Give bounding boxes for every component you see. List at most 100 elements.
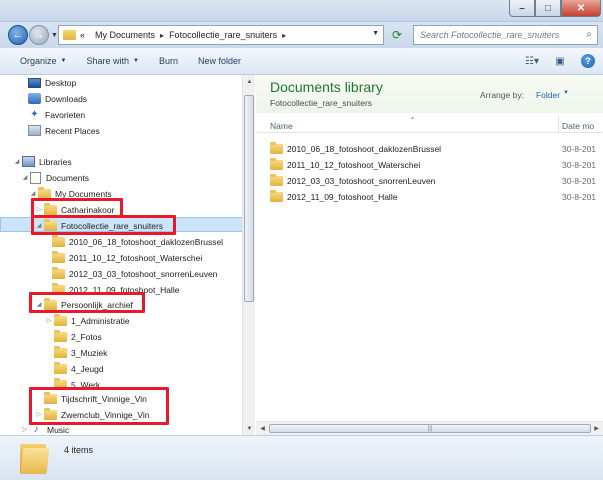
nav-item-downloads[interactable]: Downloads — [28, 91, 87, 106]
chevron-down-icon: ▼ — [60, 58, 67, 64]
chevron-right-icon[interactable]: ▸ — [282, 31, 286, 40]
back-button[interactable]: ← — [8, 25, 28, 45]
library-title: Documents library — [270, 79, 383, 95]
library-header: Documents library Fotocollectie_rare_snu… — [256, 75, 603, 113]
preview-pane-icon[interactable]: ▣ — [551, 53, 569, 69]
nav-label: My Documents — [55, 188, 112, 199]
breadcrumb-fotocollectie[interactable]: Fotocollectie_rare_snuiters — [169, 30, 277, 40]
horizontal-scrollbar[interactable]: ◀ ||| ▶ — [256, 421, 603, 435]
favorites-icon: ✦ — [30, 109, 39, 120]
nav-label: 2011_10_12_fotoshoot_Waterschei — [69, 252, 203, 263]
nav-item-fotoshoot-2010[interactable]: 2010_06_18_fotoshoot_daklozenBrussel — [52, 234, 223, 249]
folder-icon — [270, 157, 283, 170]
file-name: 2012_11_09_fotoshoot_Halle — [287, 191, 398, 202]
scroll-up-icon[interactable]: ▲ — [243, 75, 256, 88]
help-icon[interactable]: ? — [581, 54, 595, 68]
navigation-scrollbar[interactable]: ▲ ▼ — [242, 75, 255, 435]
folder-icon — [38, 186, 51, 199]
nav-item-jeugd[interactable]: 4_Jeugd — [54, 361, 104, 376]
file-row[interactable]: 2012_03_03_fotoshoot_snorrenLeuven 30-8-… — [256, 173, 603, 188]
sort-ascending-icon: ▲ — [410, 115, 415, 121]
command-bar: Organize ▼ Share with ▼ Burn New folder … — [0, 48, 603, 75]
nav-label: 2010_06_18_fotoshoot_daklozenBrussel — [69, 236, 224, 247]
view-options-icon[interactable]: ☷▾ — [523, 53, 541, 69]
item-count: 4 items — [64, 445, 94, 455]
nav-label: Libraries — [39, 156, 72, 167]
nav-label: 2012_03_03_fotoshoot_snorrenLeuven — [69, 268, 218, 279]
scroll-right-icon[interactable]: ▶ — [590, 422, 603, 435]
nav-label: 1_Administratie — [71, 315, 130, 326]
collapse-arrow-icon[interactable]: ▷ — [44, 317, 54, 324]
file-row[interactable]: 2010_06_18_fotoshoot_daklozenBrussel 30-… — [256, 141, 603, 156]
new-folder-button[interactable]: New folder — [198, 56, 241, 66]
file-row[interactable]: 2012_11_09_fotoshoot_Halle 30-8-201 — [256, 189, 603, 204]
close-button[interactable]: ✕ — [561, 0, 601, 17]
toolbar-right: ☷▾ ▣ ? — [513, 53, 595, 69]
nav-label: 4_Jeugd — [71, 363, 104, 374]
library-subtitle[interactable]: Fotocollectie_rare_snuiters — [270, 98, 372, 108]
navigation-pane[interactable]: Desktop Downloads ✦ Favorieten Recent Pl… — [0, 75, 255, 435]
file-date: 30-8-201 — [562, 175, 597, 186]
details-pane: 4 items — [0, 435, 603, 480]
file-name: 2012_03_03_fotoshoot_snorrenLeuven — [287, 175, 436, 186]
forward-button[interactable]: → — [29, 25, 49, 45]
folder-icon — [52, 234, 65, 247]
folder-icon — [54, 313, 67, 326]
address-row: ← → ▼ « My Documents ▸ Fotocollectie_rar… — [0, 22, 603, 48]
nav-item-fotos[interactable]: 2_Fotos — [54, 329, 102, 344]
highlight-box-fotocollectie — [31, 215, 176, 235]
nav-label: Music — [47, 424, 70, 435]
highlight-box-persoonlijk-archief — [29, 292, 145, 313]
arrange-by: Arrange by: Folder ▼ — [480, 90, 569, 100]
nav-item-administratie[interactable]: ▷ 1_Administratie — [44, 313, 130, 328]
breadcrumb-my-documents[interactable]: My Documents — [95, 30, 155, 40]
organize-button[interactable]: Organize ▼ — [20, 56, 66, 66]
nav-label: 3_Muziek — [71, 347, 108, 358]
chevron-down-icon[interactable]: ▼ — [563, 90, 569, 100]
expand-icon[interactable]: ◢ — [12, 158, 22, 165]
search-placeholder: Search Fotocollectie_rare_snuiters — [420, 30, 560, 40]
arrange-by-dropdown[interactable]: Folder — [536, 90, 560, 100]
nav-item-fotoshoot-2011[interactable]: 2011_10_12_fotoshoot_Waterschei — [52, 250, 202, 265]
search-icon[interactable]: ⌕ — [586, 29, 592, 40]
nav-item-documents[interactable]: ◢ Documents — [20, 170, 89, 185]
recent-places-icon — [28, 125, 41, 136]
nav-label: 2_Fotos — [71, 331, 102, 342]
folder-icon — [270, 141, 283, 154]
refresh-icon[interactable]: ⟳ — [388, 26, 406, 44]
address-dropdown-icon[interactable]: ▼ — [372, 30, 379, 37]
column-header-name[interactable]: Name — [270, 121, 293, 131]
maximize-button[interactable]: □ — [535, 0, 561, 17]
nav-item-muziek[interactable]: 3_Muziek — [54, 345, 107, 360]
search-input[interactable]: Search Fotocollectie_rare_snuiters ⌕ — [413, 25, 598, 45]
nav-item-recent-places[interactable]: Recent Places — [28, 123, 100, 138]
expand-icon[interactable]: ◢ — [28, 190, 38, 197]
content-pane: Documents library Fotocollectie_rare_snu… — [256, 75, 603, 435]
minimize-button[interactable]: – — [509, 0, 535, 17]
nav-item-favorieten[interactable]: ✦ Favorieten — [28, 107, 85, 122]
nav-item-fotoshoot-2012-03[interactable]: 2012_03_03_fotoshoot_snorrenLeuven — [52, 266, 217, 281]
file-row[interactable]: 2011_10_12_fotoshoot_Waterschei 30-8-201 — [256, 157, 603, 172]
scrollbar-thumb[interactable]: ||| — [269, 424, 591, 433]
collapse-arrow-icon[interactable]: ▷ — [20, 426, 30, 433]
share-with-button[interactable]: Share with ▼ — [86, 56, 138, 66]
folder-icon — [270, 173, 283, 186]
recent-pages-dropdown-icon[interactable]: ▼ — [51, 32, 58, 39]
folder-icon — [54, 329, 67, 342]
share-with-label: Share with — [86, 56, 130, 66]
chevron-right-icon[interactable]: ▸ — [160, 31, 164, 40]
scroll-left-icon[interactable]: ◀ — [256, 422, 269, 435]
expand-icon[interactable]: ◢ — [20, 174, 30, 181]
address-overflow[interactable]: « — [80, 30, 85, 40]
scroll-down-icon[interactable]: ▼ — [243, 422, 256, 435]
nav-item-desktop[interactable]: Desktop — [28, 75, 76, 90]
scrollbar-thumb[interactable] — [244, 95, 254, 302]
address-bar[interactable]: « My Documents ▸ Fotocollectie_rare_snui… — [58, 25, 384, 45]
nav-label: Documents — [46, 172, 89, 183]
burn-button[interactable]: Burn — [159, 56, 178, 66]
column-divider[interactable] — [558, 115, 559, 133]
nav-item-libraries[interactable]: ◢ Libraries — [12, 154, 72, 169]
column-header-row: ▲ Name Date mo — [256, 115, 603, 133]
folder-icon — [63, 30, 76, 40]
column-header-date-modified[interactable]: Date mo — [562, 121, 594, 131]
